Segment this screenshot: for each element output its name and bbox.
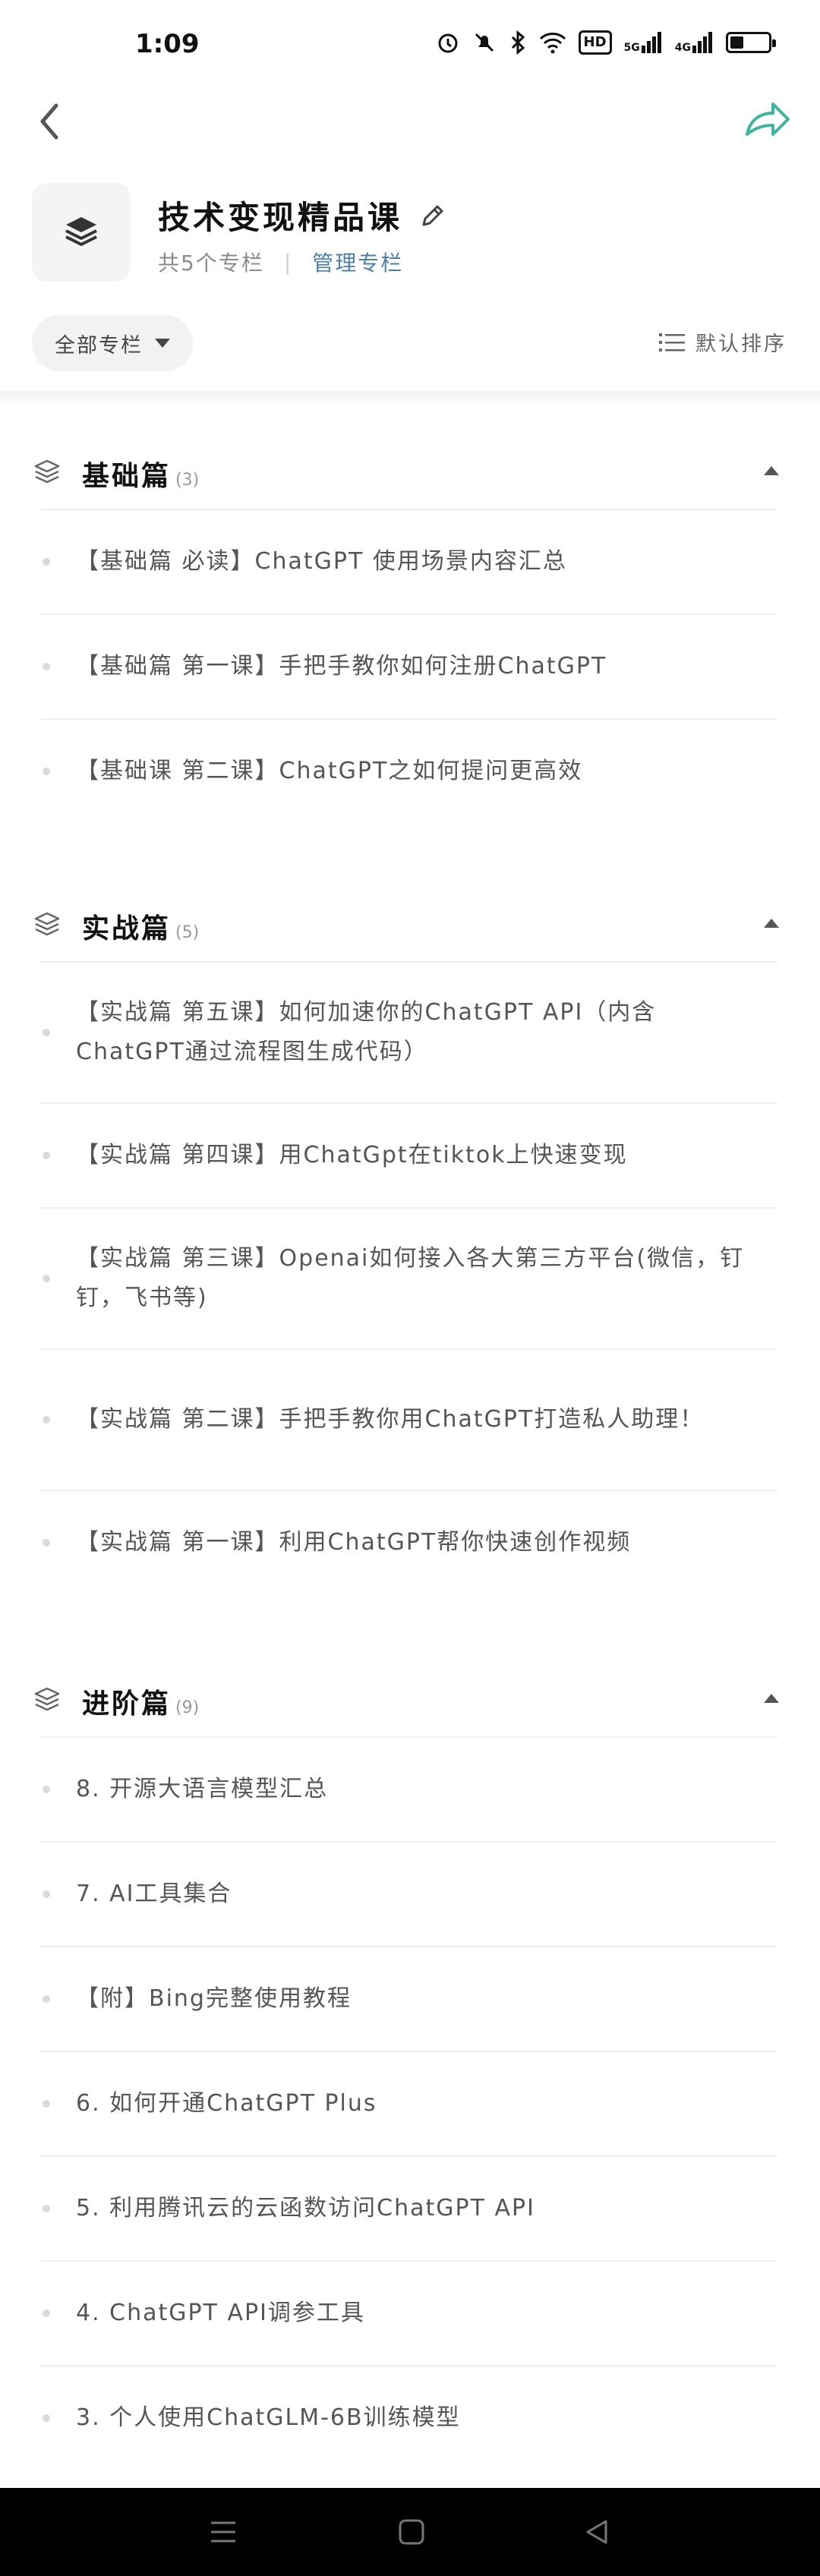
bullet: [43, 1416, 50, 1424]
bullet: [43, 1275, 50, 1282]
list-item[interactable]: 【基础课 第二课】ChatGPT之如何提问更高效: [39, 718, 777, 823]
signal-4g: 4G: [675, 32, 714, 53]
section-practice: 实战篇 (5) 【实战篇 第五课】如何加速你的ChatGPT API（内含Chat…: [0, 885, 820, 1594]
top-nav: [0, 87, 820, 163]
sort-label: 默认排序: [695, 333, 787, 356]
filter-dropdown[interactable]: 全部专栏: [32, 315, 193, 371]
list-item[interactable]: 3. 个人使用ChatGLM-6B训练模型: [39, 2365, 777, 2470]
list-item[interactable]: 5. 利用腾讯云的云函数访问ChatGPT API: [39, 2155, 777, 2260]
manage-columns-link[interactable]: 管理专栏: [312, 247, 403, 277]
list-item[interactable]: 【实战篇 第二课】手把手教你用ChatGPT打造私人助理！: [39, 1348, 777, 1490]
system-nav-bar: [0, 2488, 820, 2576]
wifi-icon: [539, 33, 566, 54]
section-title: 实战篇 (5): [82, 913, 200, 944]
section-title: 基础篇 (3): [82, 461, 200, 492]
layers-icon: [34, 912, 60, 936]
back-triangle-icon[interactable]: [580, 2515, 613, 2549]
edit-icon[interactable]: [418, 200, 448, 231]
status-icons: HD 5G 4G: [436, 30, 776, 55]
status-bar: 1:09 HD 5G 4G: [0, 0, 820, 91]
list-item[interactable]: 【实战篇 第三课】Openai如何接入各大第三方平台(微信，钉钉，飞书等): [39, 1207, 777, 1348]
section-header[interactable]: 实战篇 (5): [0, 885, 820, 961]
bullet: [43, 1995, 50, 2003]
list-item[interactable]: 8. 开源大语言模型汇总: [39, 1736, 777, 1841]
mute-icon: [475, 33, 494, 52]
hd-badge: HD: [578, 30, 612, 55]
bullet: [43, 663, 50, 670]
list-item[interactable]: 4. ChatGPT API调参工具: [39, 2260, 777, 2365]
share-icon[interactable]: [741, 98, 793, 143]
layers-icon: [34, 459, 60, 484]
list-item[interactable]: 7. AI工具集合: [39, 1841, 777, 1946]
bullet: [43, 2100, 50, 2108]
course-logo: [32, 183, 131, 282]
sort-button[interactable]: 默认排序: [659, 327, 787, 357]
bluetooth-icon: [511, 30, 525, 55]
list-item[interactable]: 6. 如何开通ChatGPT Plus: [39, 2051, 777, 2155]
bullet: [43, 1029, 50, 1036]
signal-5g: 5G: [624, 32, 663, 53]
column-count: 共5个专栏: [158, 251, 264, 276]
section-header[interactable]: 基础篇 (3): [0, 433, 820, 509]
list-item[interactable]: 【附】Bing完整使用教程: [39, 1946, 777, 2051]
list-item[interactable]: 【实战篇 第五课】如何加速你的ChatGPT API（内含ChatGPT通过流程…: [39, 961, 777, 1102]
layers-icon: [65, 217, 97, 246]
collapse-icon[interactable]: [764, 919, 779, 928]
section-advanced: 进阶篇 (9) 8. 开源大语言模型汇总 7. AI工具集合 【附】Bing完整使…: [0, 1660, 820, 2470]
meta-divider: |: [283, 249, 293, 275]
menu-icon[interactable]: [207, 2515, 240, 2549]
layers-icon: [34, 1687, 60, 1711]
bullet: [43, 2414, 50, 2422]
header-divider: [0, 391, 820, 406]
caret-down-icon: [155, 339, 170, 348]
page-title: 技术变现精品课: [158, 192, 448, 238]
bullet: [43, 1890, 50, 1898]
bullet: [43, 2310, 50, 2317]
bullet: [43, 2205, 50, 2212]
battery-icon: [726, 32, 776, 53]
section-basic: 基础篇 (3) 【基础篇 必读】ChatGPT 使用场景内容汇总 【基础篇 第一课…: [0, 433, 820, 823]
bullet: [43, 1152, 50, 1159]
bullet: [43, 558, 50, 566]
collapse-icon[interactable]: [764, 466, 779, 475]
list-item[interactable]: 【基础篇 第一课】手把手教你如何注册ChatGPT: [39, 613, 777, 718]
collapse-icon[interactable]: [764, 1694, 779, 1703]
sort-icon: [659, 333, 685, 352]
section-title: 进阶篇 (9): [82, 1688, 200, 1720]
course-title-text: 技术变现精品课: [158, 199, 403, 236]
list-item[interactable]: 【实战篇 第四课】用ChatGpt在tiktok上快速变现: [39, 1102, 777, 1207]
section-count: (9): [175, 1698, 200, 1717]
back-icon[interactable]: [27, 95, 73, 148]
section-count: (3): [175, 471, 200, 490]
bullet: [43, 1786, 50, 1793]
section-count: (5): [175, 923, 200, 942]
home-icon[interactable]: [395, 2515, 428, 2549]
bullet: [43, 768, 50, 775]
course-header: 技术变现精品课 共5个专栏 | 管理专栏 全部专栏 默认排序: [0, 171, 820, 399]
list-item[interactable]: 【基础篇 必读】ChatGPT 使用场景内容汇总: [39, 509, 777, 613]
filter-label: 全部专栏: [55, 333, 143, 358]
status-time: 1:09: [135, 29, 200, 59]
alarm-icon: [438, 33, 458, 53]
section-header[interactable]: 进阶篇 (9): [0, 1660, 820, 1736]
bullet: [43, 1539, 50, 1547]
list-item[interactable]: 【实战篇 第一课】利用ChatGPT帮你快速创作视频: [39, 1490, 777, 1594]
course-meta: 共5个专栏 | 管理专栏: [158, 247, 403, 277]
